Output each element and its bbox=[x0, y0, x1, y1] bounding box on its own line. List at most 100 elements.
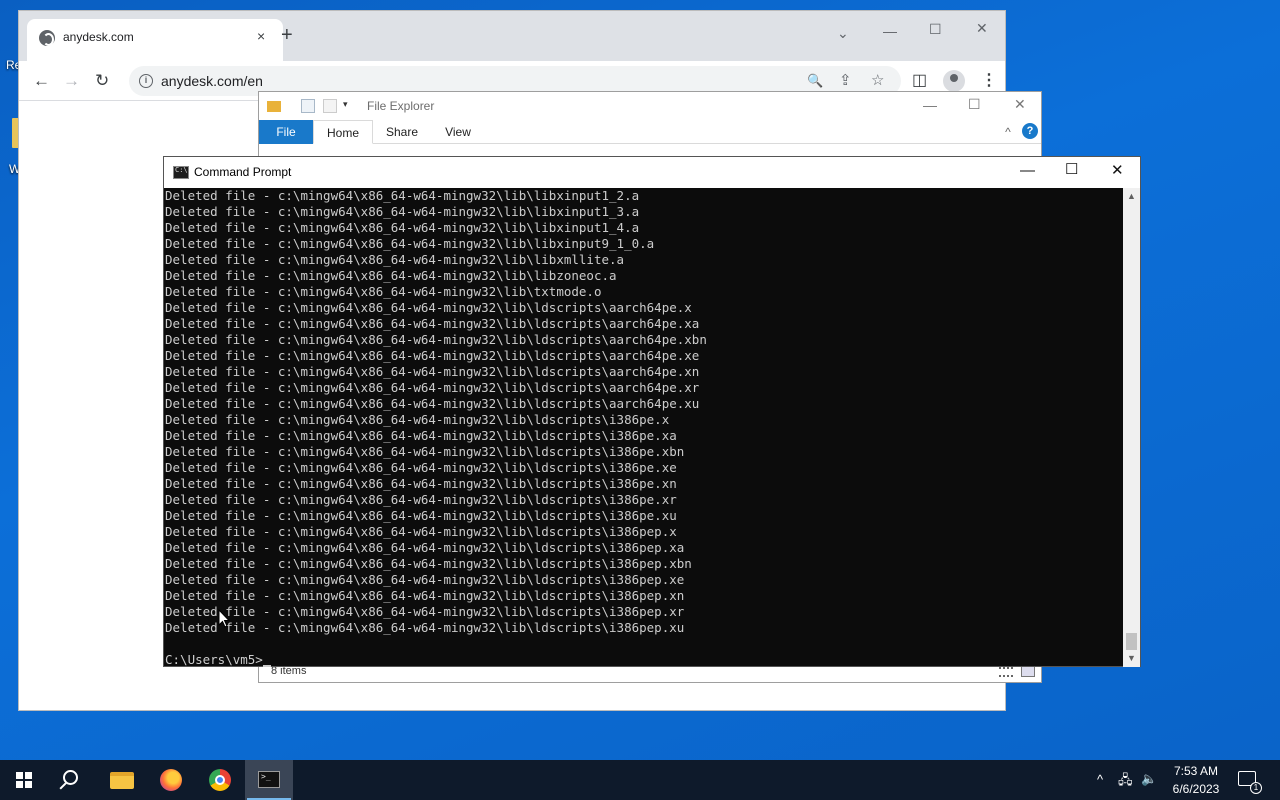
details-view-icon[interactable] bbox=[999, 667, 1013, 677]
console-line: Deleted file - c:\mingw64\x86_64-w64-min… bbox=[165, 396, 700, 411]
taskbar-search-button[interactable] bbox=[48, 760, 96, 800]
console-prompt[interactable]: C:\Users\vm5> bbox=[164, 652, 1124, 667]
clock-date[interactable]: 6/6/2023 bbox=[1168, 782, 1224, 796]
chrome-icon bbox=[209, 769, 231, 791]
info-icon[interactable]: i bbox=[139, 74, 153, 88]
console-line: Deleted file - c:\mingw64\x86_64-w64-min… bbox=[165, 604, 685, 619]
folder-icon[interactable] bbox=[267, 101, 281, 112]
back-icon[interactable]: ← bbox=[33, 71, 50, 91]
minimize-button[interactable]: — bbox=[1020, 162, 1035, 179]
console-line: Deleted file - c:\mingw64\x86_64-w64-min… bbox=[165, 316, 700, 331]
command-prompt-window: Command Prompt — ☐ ✕ Deleted file - c:\m… bbox=[163, 156, 1141, 667]
explorer-title-bar: ▾ File Explorer — ☐ ✕ bbox=[259, 92, 1041, 120]
console-line: Deleted file - c:\mingw64\x86_64-w64-min… bbox=[165, 236, 655, 251]
search-icon[interactable]: 🔍 bbox=[807, 73, 823, 89]
new-folder-icon[interactable] bbox=[323, 99, 337, 113]
reload-icon[interactable]: ↻ bbox=[95, 71, 109, 91]
console-line: Deleted file - c:\mingw64\x86_64-w64-min… bbox=[165, 428, 677, 443]
prompt-text: C:\Users\vm5> bbox=[165, 652, 263, 667]
minimize-button[interactable]: — bbox=[923, 97, 937, 113]
console-line: Deleted file - c:\mingw64\x86_64-w64-min… bbox=[165, 508, 677, 523]
tab-home[interactable]: Home bbox=[313, 120, 373, 144]
taskbar-firefox[interactable] bbox=[147, 760, 195, 800]
console-line: Deleted file - c:\mingw64\x86_64-w64-min… bbox=[165, 220, 640, 235]
scroll-down-icon[interactable]: ▼ bbox=[1123, 650, 1140, 667]
scroll-up-icon[interactable]: ▲ bbox=[1123, 188, 1140, 205]
close-button[interactable]: ✕ bbox=[1014, 96, 1026, 113]
tab-title: anydesk.com bbox=[63, 30, 134, 44]
taskbar-command-prompt[interactable] bbox=[245, 760, 293, 800]
console-line: Deleted file - c:\mingw64\x86_64-w64-min… bbox=[165, 524, 677, 539]
cmd-app-icon[interactable] bbox=[173, 166, 189, 179]
share-icon[interactable]: ⇪ bbox=[839, 71, 852, 89]
console-line: Deleted file - c:\mingw64\x86_64-w64-min… bbox=[165, 460, 677, 475]
tab-close-icon[interactable]: × bbox=[257, 28, 265, 44]
close-button[interactable]: ✕ bbox=[1111, 161, 1124, 179]
maximize-button[interactable]: ☐ bbox=[929, 21, 942, 38]
menu-icon[interactable]: ⋮ bbox=[981, 70, 997, 90]
globe-icon bbox=[39, 30, 55, 46]
scrollbar-thumb[interactable] bbox=[1126, 633, 1137, 650]
chrome-tab-strip: anydesk.com × + ⌄ — ☐ ✕ bbox=[19, 11, 1005, 61]
folder-icon bbox=[110, 772, 134, 789]
new-tab-icon[interactable]: + bbox=[281, 25, 293, 45]
star-icon[interactable]: ☆ bbox=[871, 71, 884, 89]
taskbar: ^ 🖧 🔈 7:53 AM 6/6/2023 1 bbox=[0, 760, 1280, 800]
console-line: Deleted file - c:\mingw64\x86_64-w64-min… bbox=[165, 364, 700, 379]
maximize-button[interactable]: ☐ bbox=[968, 96, 981, 113]
console-line: Deleted file - c:\mingw64\x86_64-w64-min… bbox=[165, 444, 685, 459]
start-button[interactable] bbox=[0, 760, 48, 800]
forward-icon[interactable]: → bbox=[63, 71, 80, 91]
terminal-icon bbox=[258, 771, 280, 788]
console-line: Deleted file - c:\mingw64\x86_64-w64-min… bbox=[165, 188, 640, 203]
console-output[interactable]: Deleted file - c:\mingw64\x86_64-w64-min… bbox=[164, 188, 1124, 667]
console-line: Deleted file - c:\mingw64\x86_64-w64-min… bbox=[165, 204, 640, 219]
notification-count-badge: 1 bbox=[1250, 782, 1262, 794]
console-line: Deleted file - c:\mingw64\x86_64-w64-min… bbox=[165, 492, 677, 507]
volume-icon[interactable]: 🔈 bbox=[1141, 771, 1157, 787]
network-icon[interactable]: 🖧 bbox=[1118, 771, 1133, 793]
close-button[interactable]: ✕ bbox=[976, 20, 988, 37]
properties-icon[interactable] bbox=[301, 99, 315, 113]
clock-time[interactable]: 7:53 AM bbox=[1168, 764, 1224, 778]
console-line: Deleted file - c:\mingw64\x86_64-w64-min… bbox=[165, 556, 692, 571]
taskbar-chrome[interactable] bbox=[196, 760, 244, 800]
tab-search-icon[interactable]: ⌄ bbox=[837, 25, 849, 42]
large-icons-view-icon[interactable] bbox=[1021, 666, 1035, 677]
console-line: Deleted file - c:\mingw64\x86_64-w64-min… bbox=[165, 348, 700, 363]
window-title: Command Prompt bbox=[194, 165, 292, 179]
console-line: Deleted file - c:\mingw64\x86_64-w64-min… bbox=[165, 572, 685, 587]
ribbon-tabs: File Home Share View ^ ? bbox=[259, 120, 1041, 144]
quick-access-dropdown-icon[interactable]: ▾ bbox=[343, 99, 357, 113]
side-panel-icon[interactable]: ◫ bbox=[912, 70, 927, 90]
console-line: Deleted file - c:\mingw64\x86_64-w64-min… bbox=[165, 476, 677, 491]
text-cursor bbox=[262, 665, 271, 667]
console-line: Deleted file - c:\mingw64\x86_64-w64-min… bbox=[165, 540, 685, 555]
tab-share[interactable]: Share bbox=[377, 120, 427, 144]
url-text[interactable]: anydesk.com/en bbox=[161, 73, 263, 89]
tab-view[interactable]: View bbox=[433, 120, 483, 144]
console-line: Deleted file - c:\mingw64\x86_64-w64-min… bbox=[165, 588, 685, 603]
console-line: Deleted file - c:\mingw64\x86_64-w64-min… bbox=[165, 284, 602, 299]
vertical-scrollbar[interactable]: ▲ ▼ bbox=[1123, 188, 1140, 667]
taskbar-file-explorer[interactable] bbox=[98, 760, 146, 800]
console-line: Deleted file - c:\mingw64\x86_64-w64-min… bbox=[165, 620, 685, 635]
minimize-button[interactable]: — bbox=[883, 23, 897, 39]
help-icon[interactable]: ? bbox=[1022, 123, 1038, 139]
console-line: Deleted file - c:\mingw64\x86_64-w64-min… bbox=[165, 380, 700, 395]
show-hidden-icons-icon[interactable]: ^ bbox=[1097, 772, 1103, 787]
console-line: Deleted file - c:\mingw64\x86_64-w64-min… bbox=[165, 300, 692, 315]
cmd-title-bar[interactable]: Command Prompt — ☐ ✕ bbox=[164, 157, 1140, 188]
profile-avatar-icon[interactable] bbox=[943, 70, 965, 92]
console-line: Deleted file - c:\mingw64\x86_64-w64-min… bbox=[165, 268, 617, 283]
console-line: Deleted file - c:\mingw64\x86_64-w64-min… bbox=[165, 332, 707, 347]
console-line: Deleted file - c:\mingw64\x86_64-w64-min… bbox=[165, 412, 670, 427]
ribbon-collapse-icon[interactable]: ^ bbox=[1001, 120, 1015, 144]
console-line: Deleted file - c:\mingw64\x86_64-w64-min… bbox=[165, 252, 625, 267]
maximize-button[interactable]: ☐ bbox=[1065, 160, 1078, 178]
tab-file[interactable]: File bbox=[259, 120, 313, 144]
search-icon bbox=[63, 770, 78, 785]
chrome-tab[interactable]: anydesk.com × bbox=[27, 19, 283, 61]
windows-logo-icon bbox=[16, 772, 32, 788]
